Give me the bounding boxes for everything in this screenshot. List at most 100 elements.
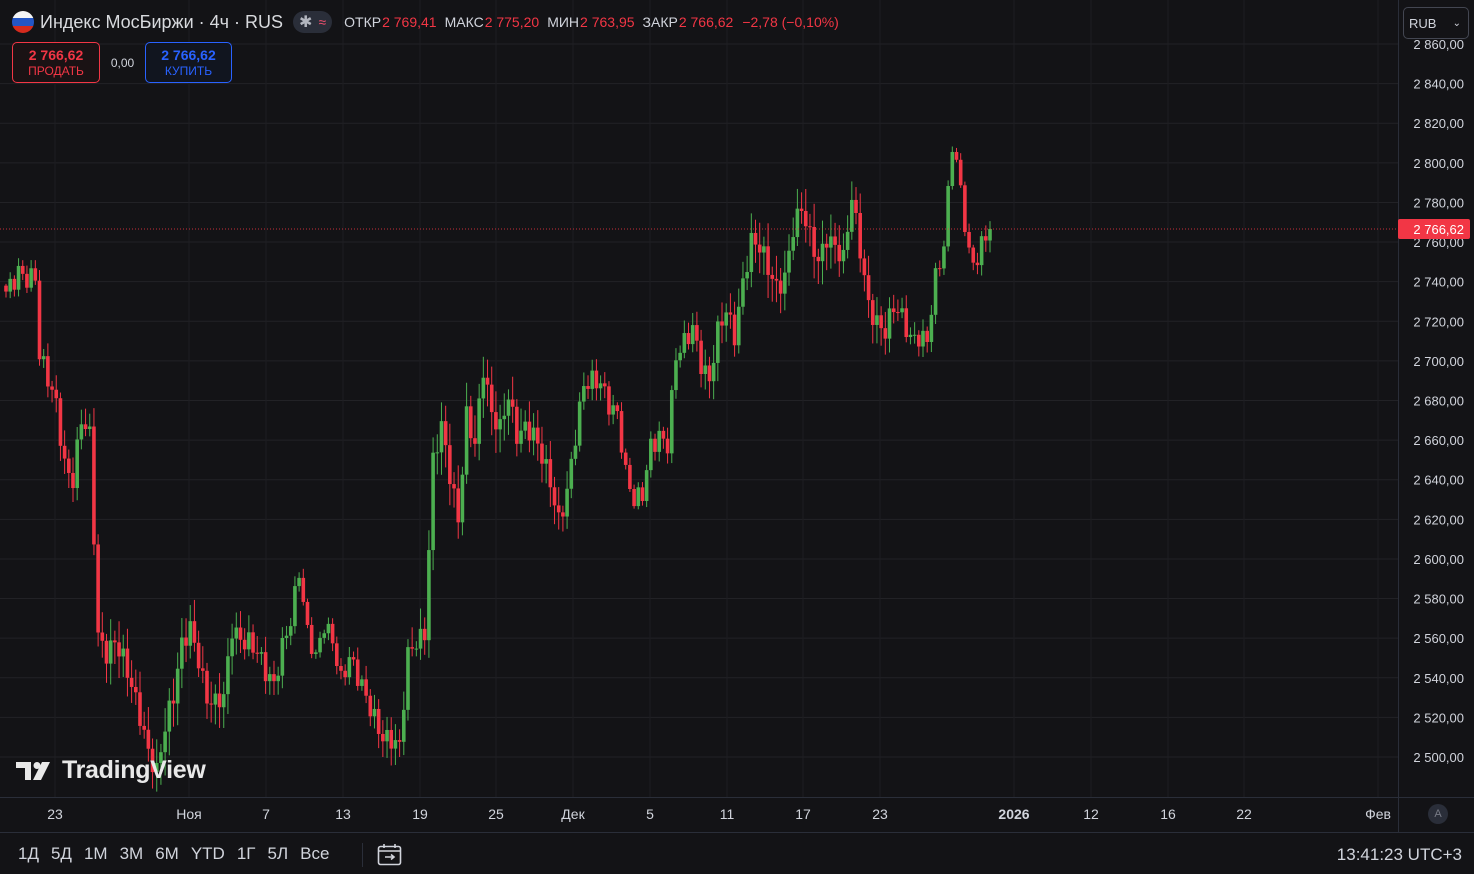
candle-body [929,314,934,342]
candle-body [62,445,67,459]
price-chart[interactable]: 2 500,00 2 520,00 2 540,00 2 560,00 2 580,00… [0,0,1474,832]
candle-body [736,306,741,346]
range-button[interactable]: 5Л [261,841,294,867]
candle-body [665,438,670,454]
range-button[interactable]: 1Г [231,841,262,867]
buy-label: КУПИТЬ [164,64,213,78]
candle-body [979,236,984,266]
candle-body [414,648,419,650]
clock-timezone[interactable]: 13:41:23 UTC+3 [1337,845,1462,865]
symbol-title[interactable]: Индекс МосБиржи · 4ч · RUS [40,12,283,33]
candle-body [276,675,280,682]
y-tick-label: 2 720,00 [1413,314,1464,329]
candle-body [263,652,268,682]
candle-body [623,452,628,465]
candle-body [724,312,729,326]
candle-body [866,275,871,301]
candle-body [464,406,469,475]
range-button[interactable]: 1М [78,841,114,867]
y-tick-label: 2 500,00 [1413,750,1464,765]
range-button[interactable]: 3М [114,841,150,867]
range-button[interactable]: 1Д [12,841,45,867]
candle-body [75,439,79,489]
candle-body [196,642,201,669]
candle-body [16,265,21,290]
currency-select[interactable]: RUB ⌄ [1403,7,1469,39]
low-label: МИН [547,14,580,30]
chevron-down-icon: ⌄ [1452,17,1461,29]
candle-body [540,443,544,464]
trade-panel: 2 766,62 ПРОДАТЬ 0,00 2 766,62 КУПИТЬ [12,42,232,83]
x-tick-label: 25 [488,806,504,822]
candle-body [833,236,837,245]
candle-body [247,632,251,650]
ohlc-values: ОТКР2 769,41 МАКС2 775,20 МИН2 763,95 ЗА… [344,14,839,30]
svg-text:2 766,62: 2 766,62 [1413,222,1464,237]
sell-button[interactable]: 2 766,62 ПРОДАТЬ [12,42,100,83]
candle-body [96,544,100,633]
candle-body [749,232,754,273]
market-status[interactable]: ✱ ≈ [293,11,333,33]
x-tick-label: 23 [47,806,63,822]
candle-body [142,725,146,730]
candle-body [54,389,59,399]
candle-body [92,426,96,545]
candle-body [946,186,950,247]
candle-body [837,244,842,262]
candle-body [134,686,138,693]
candle-body [674,360,678,391]
candle-body [921,330,925,347]
candle-body [67,458,71,473]
range-button[interactable]: 5Д [45,841,78,867]
candle-body [58,398,63,446]
candle-body [376,708,381,734]
candle-body [803,210,808,227]
date-range-icon[interactable] [377,843,403,867]
candle-body [669,390,674,454]
candle-body [900,308,904,313]
price-axis: 2 500,00 2 520,00 2 540,00 2 560,00 2 580,00… [1413,37,1464,765]
range-button[interactable]: YTD [185,841,231,867]
auto-scale-button[interactable]: A [1428,804,1448,824]
candle-body [590,370,595,389]
candle-body [330,623,335,644]
candle-body [318,637,322,653]
candle-body [163,731,167,753]
candle-body [372,708,377,717]
candle-body [121,648,126,657]
tradingview-logo: TradingView [16,756,206,785]
range-button[interactable]: 6М [149,841,185,867]
candle-body [594,370,599,389]
candle-body [586,386,590,389]
candle-body [628,464,632,490]
candle-body [745,272,749,279]
x-tick-label: Дек [561,806,585,822]
candle-body [368,695,373,717]
candle-body [293,586,297,627]
candle-body [573,445,578,459]
candle-body [988,228,992,241]
candle-body [582,386,586,402]
y-tick-label: 2 520,00 [1413,710,1464,725]
candle-body [531,427,536,441]
candle-body [766,246,770,275]
candle-body [125,648,130,678]
high-label: МАКС [444,14,484,30]
chart-legend: Индекс МосБиржи · 4ч · RUS ✱ ≈ ОТКР2 769… [12,9,839,35]
candle-body [259,652,264,654]
candle-body [598,383,603,389]
y-tick-label: 2 580,00 [1413,592,1464,607]
candle-body [385,729,389,742]
buy-button[interactable]: 2 766,62 КУПИТЬ [145,42,232,83]
candle-body [762,246,766,253]
candle-body [644,470,649,502]
candle-series [4,146,992,792]
candle-body [963,185,967,233]
y-tick-label: 2 700,00 [1413,354,1464,369]
range-button[interactable]: Все [294,841,335,867]
candle-body [138,692,142,726]
candle-body [481,377,486,399]
candle-body [887,308,892,339]
candle-body [87,426,92,430]
candle-body [473,438,477,444]
